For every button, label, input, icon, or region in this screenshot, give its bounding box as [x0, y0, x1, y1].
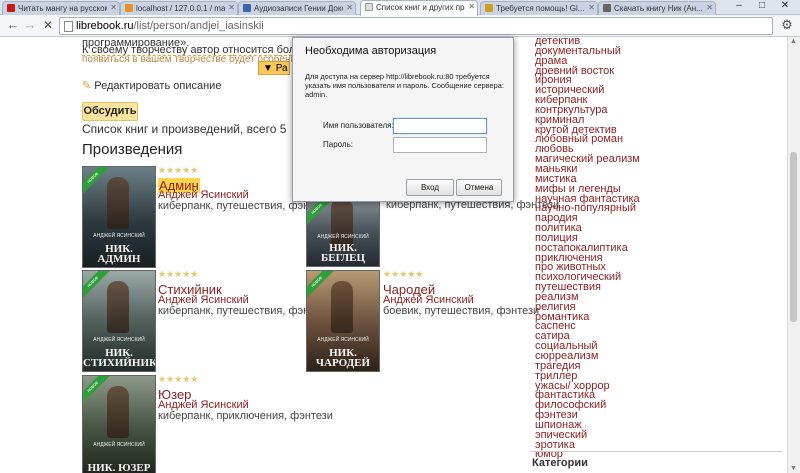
tab-strip: Читать мангу на русском ✕ localhost / 12… [0, 0, 800, 16]
scroll-down-icon[interactable]: ▼ [790, 465, 797, 472]
tab-close-icon[interactable]: ✕ [228, 2, 235, 13]
cover-figure [107, 281, 129, 333]
username-field[interactable] [393, 118, 487, 134]
genre-link[interactable]: саспенс [535, 321, 775, 332]
genre-list: детектив документальный драма древний восто… [535, 37, 775, 460]
dialog-title: Необходима авторизация [305, 45, 437, 57]
edit-description-link[interactable]: ✎ Редактировать описание [82, 79, 221, 92]
book-cover-stikhiinik[interactable]: новое АНДЖЕЙ ЯСИНСКИЙ НИК. СТИХИЙНИК [82, 270, 156, 372]
auth-dialog: Необходима авторизация Для доступа на се… [292, 37, 514, 202]
read-button[interactable]: ▼ Ра [258, 61, 290, 75]
password-field[interactable] [393, 137, 487, 153]
genre-link[interactable]: эротика [535, 439, 775, 451]
rating-stars-icon[interactable]: ★★★★★ [158, 269, 198, 280]
cover-title: НИК. СТИХИЙНИК [83, 347, 156, 369]
cover-figure [107, 386, 129, 438]
rating-stars-icon[interactable]: ★★★★★ [158, 165, 198, 176]
maximize-button[interactable]: □ [751, 0, 773, 12]
tab-title: localhost / 127.0.0.1 / mangachan [136, 4, 225, 13]
tab-close-icon[interactable]: ✕ [110, 2, 117, 13]
book-cover-yuzer[interactable]: новое АНДЖЕЙ ЯСИНСКИЙ НИК. ЮЗЕР [82, 375, 156, 473]
rating-stars-icon[interactable]: ★★★★★ [383, 269, 423, 280]
scrollbar-thumb[interactable] [790, 152, 797, 322]
tab-help[interactable]: Требуется помощь! Gl... ✕ [480, 1, 598, 15]
book-tags[interactable]: боевик, путешествия, фэнтези [383, 305, 539, 317]
tab-close-icon[interactable]: ✕ [468, 1, 475, 12]
wrench-icon[interactable]: ⚙ [780, 18, 794, 32]
cover-figure [331, 281, 353, 333]
username-label: Имя пользователя: [323, 121, 394, 130]
browser-toolbar: ← → ✕ librebook.ru/list/person/andjei_ia… [0, 15, 800, 37]
tab-librebook[interactable]: Список книг и других произведений ✕ [360, 0, 478, 16]
close-window-button[interactable]: ✕ [774, 0, 796, 12]
cover-author: АНДЖЕЙ ЯСИНСКИЙ [93, 442, 145, 448]
localhost-favicon-icon [125, 4, 133, 12]
tab-audio[interactable]: Аудиозаписи Гении Докса ✕ [238, 1, 356, 15]
back-arrow-icon[interactable]: ← [6, 17, 20, 33]
url-text: librebook.ru/list/person/andjei_iasinski… [76, 20, 264, 32]
tab-close-icon[interactable]: ✕ [346, 2, 353, 13]
divider [530, 451, 782, 452]
tab-download[interactable]: Скачать книгу Ник (Ан... ✕ [598, 1, 716, 15]
address-bar[interactable]: librebook.ru/list/person/andjei_iasinski… [59, 17, 773, 35]
cover-title: НИК. АДМИН [97, 243, 141, 265]
tab-manga[interactable]: Читать мангу на русском ✕ [2, 1, 120, 15]
tab-title: Аудиозаписи Гении Докса [254, 4, 343, 13]
tab-title: Читать мангу на русском [18, 4, 107, 13]
cover-figure [107, 177, 129, 229]
vk-favicon-icon [243, 4, 251, 12]
categories-heading: Категории [532, 457, 588, 469]
stop-icon[interactable]: ✕ [41, 17, 55, 33]
tab-title: Требуется помощь! Gl... [496, 4, 585, 13]
book-cover-admin[interactable]: новое АНДЖЕЙ ЯСИНСКИЙ НИК. АДМИН [82, 166, 156, 268]
cover-title: НИК. ЧАРОДЕЙ [315, 347, 371, 369]
pencil-icon: ✎ [82, 80, 92, 92]
page-favicon-icon [365, 3, 373, 11]
cover-title: НИК. БЕГЛЕЦ [320, 242, 366, 264]
book-tags[interactable]: киберпанк, приключения, фэнтези [158, 410, 333, 422]
book-cover-charodei[interactable]: новое АНДЖЕЙ ЯСИНСКИЙ НИК. ЧАРОДЕЙ [306, 270, 380, 372]
cover-author: АНДЖЕЙ ЯСИНСКИЙ [93, 337, 145, 343]
book-favicon-icon [603, 4, 611, 12]
forward-arrow-icon[interactable]: → [23, 17, 37, 33]
page-icon [64, 21, 73, 32]
scroll-up-icon[interactable]: ▲ [790, 38, 797, 45]
divider [82, 55, 292, 56]
genre-link[interactable]: документальный [535, 45, 775, 57]
book-cover-beglets[interactable]: новое АНДЖЕЙ ЯСИНСКИЙ НИК. БЕГЛЕЦ [306, 197, 380, 267]
cover-title: НИК. ЮЗЕР [87, 462, 151, 473]
discuss-button[interactable]: Обсудить [82, 102, 138, 121]
dialog-message: Для доступа на сервер http://librebook.r… [305, 72, 504, 99]
manga-favicon-icon [7, 4, 15, 12]
rating-stars-icon[interactable]: ★★★★★ [158, 374, 198, 385]
books-count: Список книг и произведений, всего 5 [82, 122, 287, 136]
tab-title: Список книг и других произведений [376, 3, 465, 12]
tab-title: Скачать книгу Ник (Ан... [614, 4, 703, 13]
works-heading: Произведения [82, 141, 183, 158]
cancel-button[interactable]: Отмена [456, 179, 502, 196]
tab-close-icon[interactable]: ✕ [706, 2, 713, 13]
page-scrollbar[interactable]: ▲ ▼ [787, 37, 800, 473]
login-button[interactable]: Вход [406, 179, 454, 196]
cover-author: АНДЖЕЙ ЯСИНСКИЙ [317, 234, 369, 240]
minimize-button[interactable]: – [728, 0, 750, 12]
cover-author: АНДЖЕЙ ЯСИНСКИЙ [93, 233, 145, 239]
cover-author: АНДЖЕЙ ЯСИНСКИЙ [317, 337, 369, 343]
password-label: Пароль: [323, 140, 353, 149]
forum-favicon-icon [485, 4, 493, 12]
tab-localhost[interactable]: localhost / 127.0.0.1 / mangachan ✕ [120, 1, 238, 15]
tab-close-icon[interactable]: ✕ [588, 2, 595, 13]
